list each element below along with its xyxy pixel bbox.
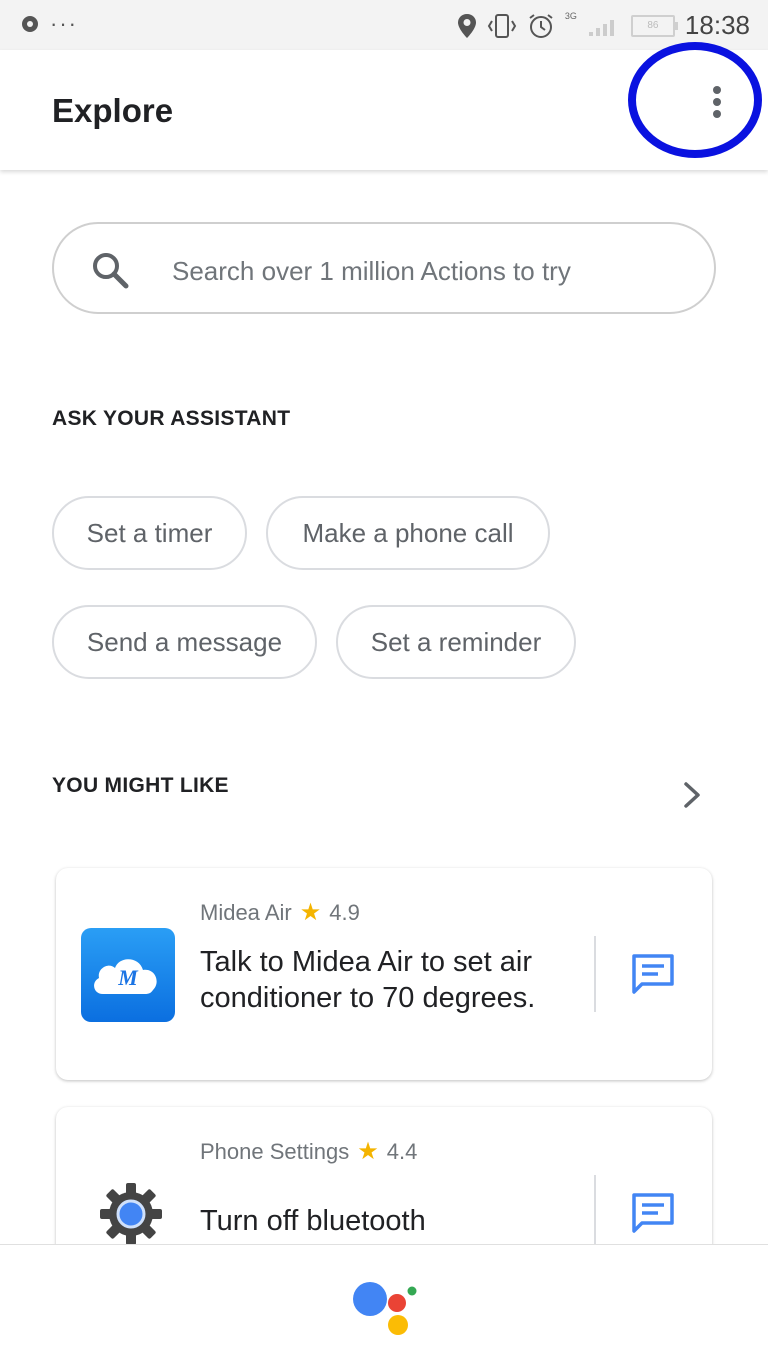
gear-icon: [100, 1183, 162, 1245]
card-rating: 4.9: [329, 899, 360, 925]
card-rating: 4.4: [386, 1138, 418, 1164]
card-suggestion-text: Talk to Midea Air to set air conditioner…: [200, 944, 580, 1016]
card-app-name: Phone Settings: [200, 1138, 350, 1164]
you-might-like-heading: YOU MIGHT LIKE: [52, 774, 229, 797]
app-bar: Explore: [0, 50, 768, 170]
status-bar: ··· 3G 86 18:38: [0, 0, 768, 50]
suggestion-card-midea[interactable]: M Midea Air ★ 4.9 Talk to Midea Air to s…: [56, 868, 712, 1080]
star-icon: ★: [357, 1138, 379, 1165]
google-assistant-logo-icon[interactable]: [350, 1275, 420, 1339]
card-app-name: Midea Air: [200, 899, 292, 925]
status-right: 3G 86 18:38: [457, 10, 750, 41]
status-time: 18:38: [684, 10, 750, 40]
more-options-icon-dot: [713, 98, 721, 106]
network-type: 3G: [564, 10, 577, 21]
card-text-line: Talk to Midea Air to set air: [200, 946, 533, 978]
midea-cloud-icon: M: [81, 928, 175, 1022]
chat-bubble-icon[interactable]: [630, 952, 676, 996]
battery-icon: 86: [630, 14, 678, 37]
alarm-icon: [529, 13, 553, 38]
card-divider: [594, 1175, 596, 1251]
card-text-line: Turn off bluetooth: [200, 1205, 426, 1237]
svg-text:M: M: [117, 965, 139, 990]
card-suggestion-text: Turn off bluetooth: [200, 1203, 580, 1239]
vibrate-icon: [487, 13, 517, 38]
notification-icon: [22, 16, 38, 32]
search-placeholder: Search over 1 million Actions to try: [172, 256, 571, 286]
star-icon: ★: [299, 899, 322, 926]
more-notifications-indicator: ···: [50, 11, 78, 36]
chip-set-timer[interactable]: Set a timer: [52, 496, 247, 570]
more-options-icon: [713, 86, 721, 94]
chip-set-reminder[interactable]: Set a reminder: [336, 605, 576, 679]
more-options-button[interactable]: [700, 80, 734, 124]
card-meta: Phone Settings ★ 4.4: [200, 1137, 417, 1166]
chip-make-phone-call[interactable]: Make a phone call: [266, 496, 550, 570]
chevron-right-icon[interactable]: [680, 780, 704, 810]
location-icon: [457, 13, 476, 38]
status-left: ···: [18, 12, 78, 36]
card-meta: Midea Air ★ 4.9: [200, 898, 360, 927]
search-input[interactable]: Search over 1 million Actions to try: [52, 222, 716, 314]
chat-bubble-icon[interactable]: [630, 1191, 676, 1235]
signal-icon: [588, 19, 614, 36]
bottom-bar: [0, 1244, 768, 1366]
page-title: Explore: [52, 92, 174, 129]
battery-level: 86: [647, 19, 659, 31]
suggestion-card-phone-settings[interactable]: Phone Settings ★ 4.4 Turn off bluetooth: [56, 1107, 712, 1267]
search-icon: [93, 253, 129, 289]
card-divider: [594, 936, 596, 1012]
ask-assistant-heading: ASK YOUR ASSISTANT: [52, 407, 291, 430]
chip-send-message[interactable]: Send a message: [52, 605, 317, 679]
more-options-icon-dot: [713, 110, 721, 118]
card-text-line: conditioner to 70 degrees.: [200, 982, 536, 1014]
